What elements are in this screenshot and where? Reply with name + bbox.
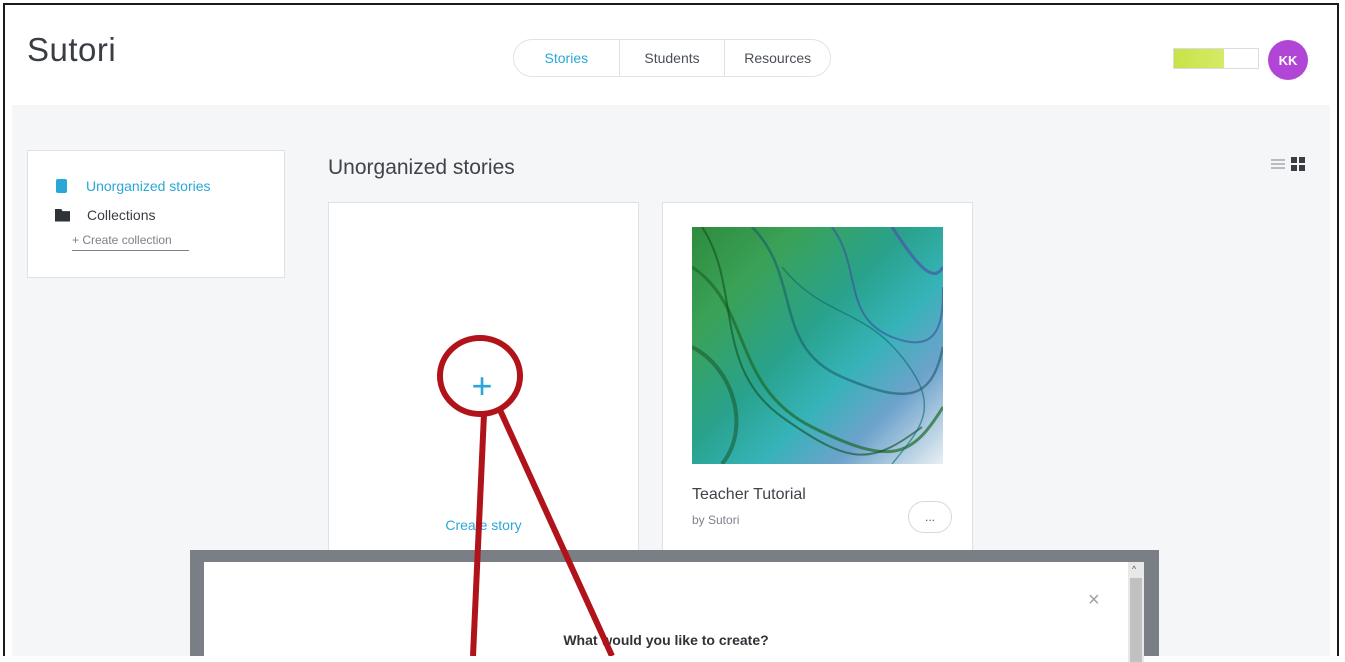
more-options-button[interactable]: ...	[908, 501, 952, 533]
list-view-icon[interactable]	[1271, 157, 1285, 171]
view-toggle	[1271, 157, 1305, 171]
story-thumbnail[interactable]	[692, 227, 943, 464]
storage-progress-fill	[1174, 49, 1225, 68]
sidebar-item-collections[interactable]: Collections	[55, 207, 155, 223]
storage-progress-bar[interactable]	[1173, 48, 1259, 69]
tab-students[interactable]: Students	[620, 40, 726, 76]
plus-icon[interactable]: +	[457, 361, 507, 411]
sidebar-item-label: Collections	[87, 207, 156, 223]
modal-overlay: × What would you like to create? ^	[190, 550, 1159, 662]
story-title[interactable]: Teacher Tutorial	[692, 486, 806, 504]
sidebar-item-unorganized-stories[interactable]: Unorganized stories	[55, 178, 211, 194]
user-avatar[interactable]: KK	[1268, 40, 1308, 80]
main-nav: Stories Students Resources	[513, 39, 831, 77]
app-logo[interactable]: Sutori	[27, 31, 116, 69]
create-story-card[interactable]: + Create story	[328, 202, 639, 557]
create-story-label[interactable]: Create story	[329, 517, 638, 533]
sidebar: Unorganized stories Collections + Create…	[27, 150, 285, 278]
sidebar-item-label: Unorganized stories	[86, 178, 211, 194]
smoke-image	[692, 227, 943, 464]
grid-view-icon[interactable]	[1291, 157, 1305, 171]
story-card[interactable]: Teacher Tutorial by Sutori ...	[662, 202, 973, 557]
page-title: Unorganized stories	[328, 156, 515, 179]
close-icon[interactable]: ×	[1088, 589, 1100, 612]
scroll-thumb[interactable]	[1130, 578, 1142, 662]
modal-title: What would you like to create?	[563, 632, 769, 648]
tab-stories[interactable]: Stories	[514, 40, 620, 76]
folder-icon	[55, 208, 70, 222]
scroll-up-icon[interactable]: ^	[1132, 564, 1136, 574]
create-collection-link[interactable]: + Create collection	[72, 233, 189, 251]
create-modal: × What would you like to create?	[204, 562, 1128, 662]
tab-resources[interactable]: Resources	[725, 40, 830, 76]
top-bar: Sutori Stories Students Resources KK	[5, 5, 1337, 105]
modal-scrollbar[interactable]: ^	[1128, 562, 1144, 662]
book-icon	[56, 179, 67, 193]
story-author: by Sutori	[692, 513, 740, 527]
